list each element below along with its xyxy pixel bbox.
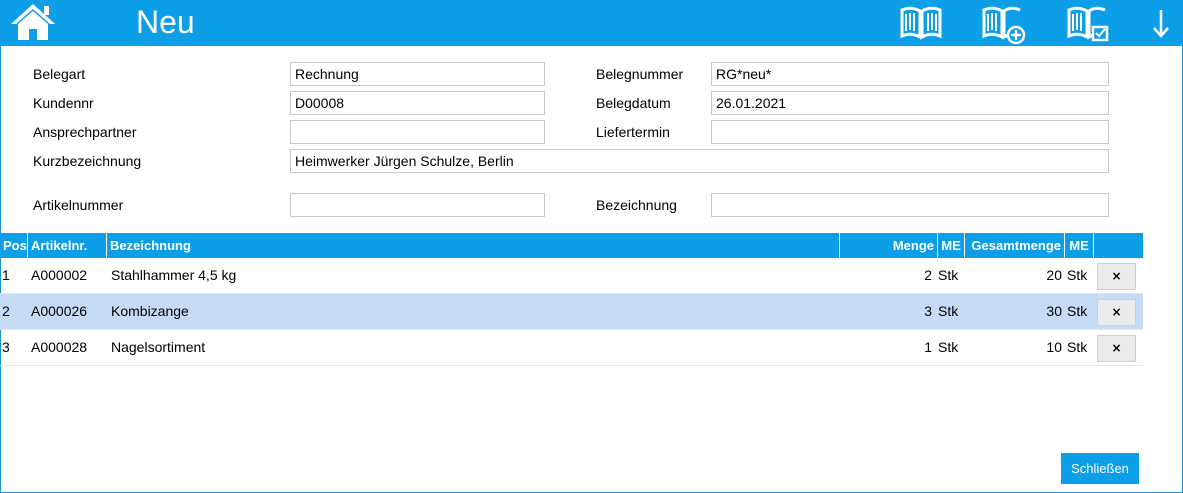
kurzbezeichnung-label: Kurzbezeichnung [33, 153, 142, 169]
top-bar: Neu [0, 0, 1183, 46]
new-book-button[interactable] [981, 4, 1026, 45]
ansprechpartner-label: Ansprechpartner [33, 124, 137, 140]
cell-gesamtmenge: 20 [1046, 267, 1062, 283]
delete-row-button[interactable]: × [1097, 335, 1136, 362]
kundennr-field[interactable] [290, 91, 545, 115]
col-bezeichnung[interactable]: Bezeichnung [107, 233, 840, 258]
kurzbezeichnung-field[interactable] [290, 149, 1109, 173]
book-icon [900, 6, 942, 40]
table-row[interactable]: 3 A000028 Nagelsortiment 1 Stk 10 Stk × [0, 330, 1143, 366]
ansprechpartner-field[interactable] [290, 120, 545, 144]
belegdatum-field[interactable] [711, 91, 1109, 115]
cell-me-total: Stk [1067, 339, 1088, 355]
cell-me-total: Stk [1067, 267, 1088, 283]
download-button[interactable] [1147, 4, 1175, 42]
liefertermin-field[interactable] [711, 120, 1109, 144]
cell-gesamtmenge: 30 [1046, 303, 1062, 319]
col-artikelnr[interactable]: Artikelnr. [28, 233, 107, 258]
arrow-down-icon [1153, 10, 1169, 38]
book-add-icon [982, 6, 1026, 45]
cell-pos: 3 [2, 339, 10, 355]
cell-me: Stk [938, 267, 959, 283]
page-title: Neu [136, 4, 195, 40]
table-row[interactable]: 1 A000002 Stahlhammer 4,5 kg 2 Stk 20 Stk × [0, 258, 1143, 294]
delete-row-button[interactable]: × [1097, 263, 1136, 290]
cell-pos: 2 [2, 303, 10, 319]
bezeichnung-label: Bezeichnung [596, 197, 677, 213]
cell-bezeichnung: Kombizange [111, 303, 189, 319]
cell-menge: 1 [924, 339, 932, 355]
belegnummer-label: Belegnummer [596, 66, 684, 82]
cell-me: Stk [938, 339, 959, 355]
artikelnummer-field[interactable] [290, 193, 545, 217]
cell-me: Stk [938, 303, 959, 319]
col-pos[interactable]: Pos [0, 233, 28, 258]
cell-bezeichnung: Stahlhammer 4,5 kg [111, 267, 237, 283]
book-check-icon [1067, 6, 1109, 42]
close-button[interactable]: Schließen [1061, 453, 1139, 484]
cell-menge: 2 [924, 267, 932, 283]
belegnummer-field[interactable] [711, 62, 1109, 86]
cell-menge: 3 [924, 303, 932, 319]
cell-gesamtmenge: 10 [1046, 339, 1062, 355]
home-icon [11, 4, 55, 40]
cell-artikelnr: A000026 [31, 303, 88, 319]
cell-bezeichnung: Nagelsortiment [111, 339, 206, 355]
cell-me-total: Stk [1067, 303, 1088, 319]
kundennr-label: Kundennr [33, 95, 94, 111]
cell-artikelnr: A000028 [31, 339, 88, 355]
delete-row-button[interactable]: × [1097, 299, 1136, 326]
book-button[interactable] [899, 4, 943, 42]
col-me[interactable]: ME [938, 233, 965, 258]
table-row[interactable]: 2 A000026 Kombizange 3 Stk 30 Stk × [0, 294, 1143, 330]
cell-artikelnr: A000002 [31, 267, 88, 283]
col-me-total[interactable]: ME [1065, 233, 1094, 258]
cell-pos: 1 [2, 267, 10, 283]
bezeichnung-field[interactable] [711, 193, 1109, 217]
belegart-field[interactable] [290, 62, 545, 86]
col-menge[interactable]: Menge [840, 233, 938, 258]
col-gesamtmenge[interactable]: Gesamtmenge [965, 233, 1065, 258]
table-header: Pos Artikelnr. Bezeichnung Menge ME Gesa… [0, 233, 1143, 258]
home-button[interactable] [10, 2, 56, 42]
book-check-button[interactable] [1066, 4, 1110, 42]
belegdatum-label: Belegdatum [596, 95, 671, 111]
liefertermin-label: Liefertermin [596, 124, 670, 140]
artikelnummer-label: Artikelnummer [33, 197, 124, 213]
belegart-label: Belegart [33, 66, 86, 82]
